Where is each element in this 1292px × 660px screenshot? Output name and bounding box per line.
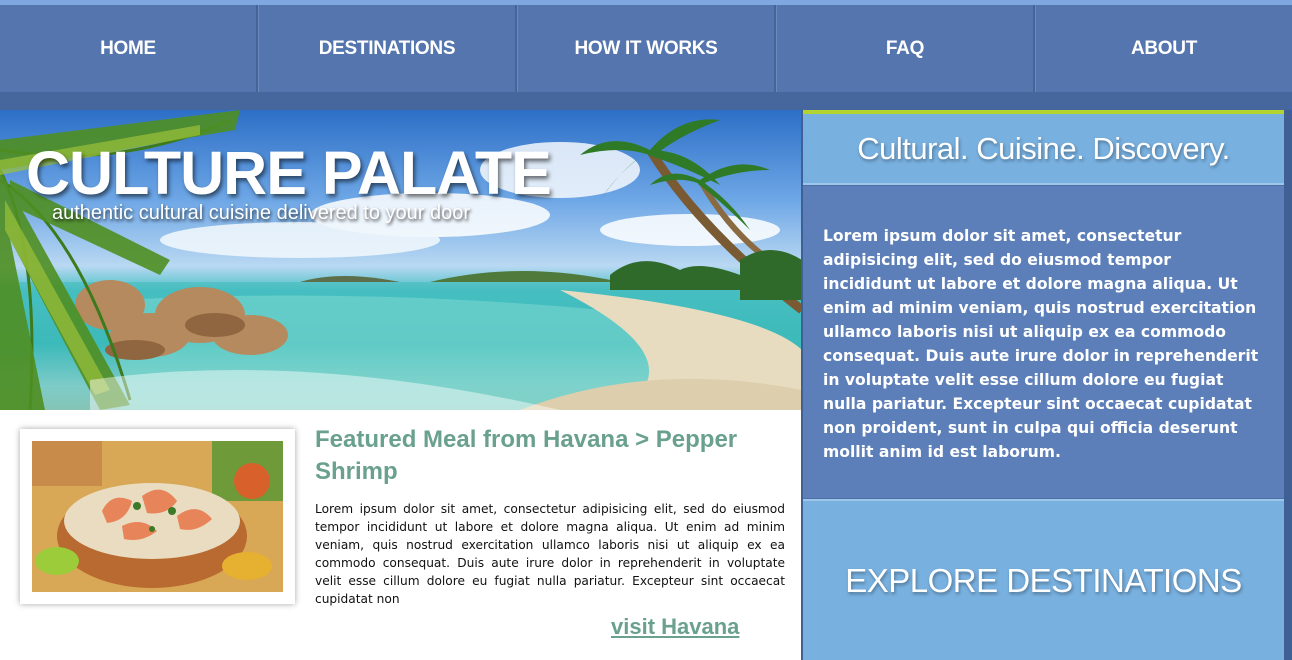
nav-destinations[interactable]: DESTINATIONS [258, 5, 517, 92]
site-subtitle: authentic cultural cuisine delivered to … [52, 202, 471, 224]
tagline: Cultural. Cuisine. Discovery. [857, 130, 1230, 166]
nav-how-it-works[interactable]: HOW IT WORKS [517, 5, 776, 92]
featured-meal-title: Featured Meal from Havana > Pepper Shrim… [315, 426, 738, 485]
site-title: CULTURE PALATE [26, 139, 552, 207]
nav-faq[interactable]: FAQ [776, 5, 1035, 92]
explore-destinations-label: EXPLORE DESTINATIONS [845, 561, 1242, 599]
meal-photo-frame [20, 429, 295, 604]
intro-text: Lorem ipsum dolor sit amet, consectetur … [823, 227, 1259, 461]
visit-havana-link[interactable]: visit Havana [611, 614, 739, 640]
featured-meal-section: Featured Meal from Havana > Pepper Shrim… [0, 410, 802, 660]
explore-destinations-button[interactable]: EXPLORE DESTINATIONS [803, 499, 1284, 660]
hero-banner: CULTURE PALATE authentic cultural cuisin… [0, 110, 802, 410]
featured-meal-description: Lorem ipsum dolor sit amet, consectetur … [315, 502, 785, 606]
nav-home[interactable]: HOME [0, 5, 258, 92]
pepper-shrimp-photo [32, 441, 283, 592]
tagline-panel: Cultural. Cuisine. Discovery. [803, 110, 1284, 185]
page-right-edge [1284, 110, 1292, 660]
nav-divider-band [0, 92, 1292, 112]
main-nav: HOME DESTINATIONS HOW IT WORKS FAQ ABOUT [0, 0, 1292, 92]
nav-about[interactable]: ABOUT [1035, 5, 1292, 92]
intro-panel: Lorem ipsum dolor sit amet, consectetur … [803, 186, 1284, 498]
